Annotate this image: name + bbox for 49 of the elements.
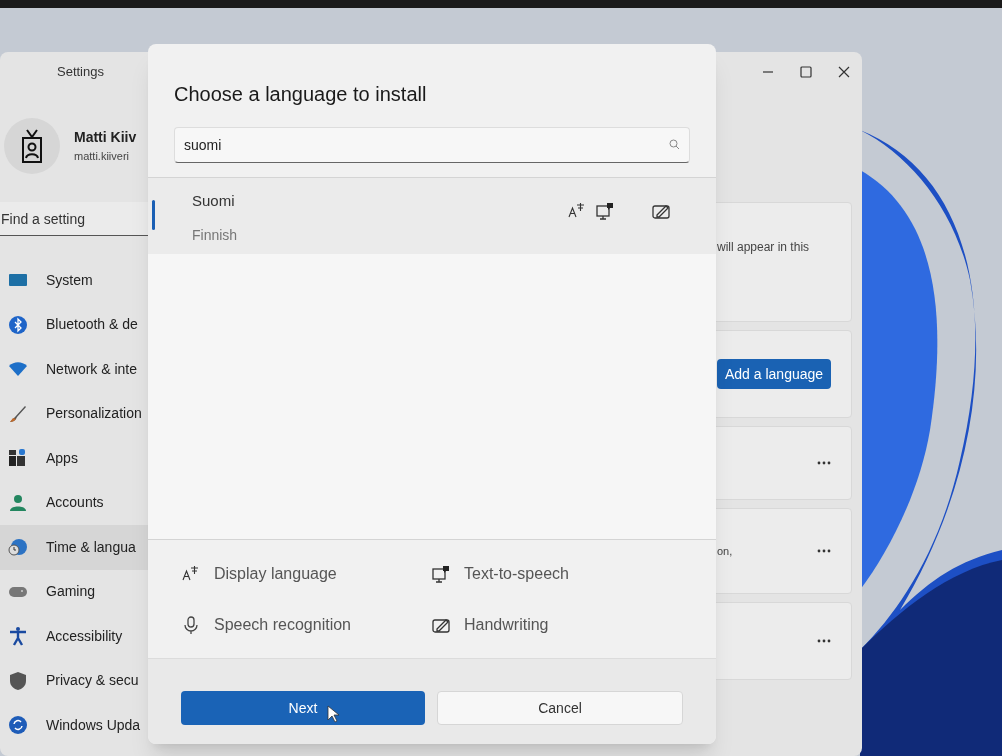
language-search-field[interactable]: suomi bbox=[174, 127, 690, 163]
legend-label: Handwriting bbox=[464, 614, 549, 635]
person-icon bbox=[8, 492, 28, 513]
monitor-speech-icon bbox=[432, 564, 450, 583]
add-language-button[interactable]: Add a language bbox=[717, 359, 832, 389]
sidebar-item[interactable]: Apps bbox=[0, 436, 148, 481]
language-english-name: Finnish bbox=[192, 225, 238, 245]
more-options-icon[interactable] bbox=[817, 461, 831, 465]
accessibility-icon bbox=[8, 626, 28, 647]
sidebar-item[interactable]: Time & langua bbox=[0, 525, 148, 570]
badge-person-icon bbox=[21, 129, 43, 163]
sidebar-item[interactable]: Accounts bbox=[0, 480, 148, 525]
search-icon bbox=[669, 139, 680, 150]
selection-indicator bbox=[152, 200, 155, 230]
brush-icon bbox=[8, 403, 28, 424]
sidebar-item[interactable]: Network & inte bbox=[0, 347, 148, 392]
close-icon[interactable] bbox=[838, 66, 850, 78]
account-name: Matti Kiiv bbox=[74, 128, 137, 148]
shield-icon bbox=[8, 670, 28, 691]
display-language-icon bbox=[182, 564, 200, 583]
update-icon bbox=[8, 715, 28, 736]
sidebar-item[interactable]: Privacy & secu bbox=[0, 658, 148, 703]
account-email: matti.kiiveri bbox=[74, 149, 130, 165]
language-list-item[interactable]: Suomi Finnish bbox=[148, 178, 716, 254]
legend-label: Speech recognition bbox=[214, 614, 351, 635]
more-options-icon[interactable] bbox=[817, 639, 831, 643]
card-text: on, bbox=[717, 543, 733, 559]
search-field[interactable]: Find a setting bbox=[0, 202, 148, 236]
legend-label: Display language bbox=[214, 563, 337, 584]
card-text: will appear in this bbox=[717, 239, 810, 256]
sidebar-item[interactable]: Accessibility bbox=[0, 614, 148, 659]
dialog-title: Choose a language to install bbox=[174, 82, 428, 107]
window-title: Settings bbox=[57, 63, 104, 82]
apps-icon bbox=[8, 448, 28, 469]
sidebar-item[interactable]: System bbox=[0, 258, 148, 303]
sidebar-item[interactable]: Windows Upda bbox=[0, 703, 148, 748]
sidebar-item[interactable]: Personalization bbox=[0, 391, 148, 436]
cancel-button[interactable]: Cancel bbox=[437, 691, 683, 725]
globe-clock-icon bbox=[8, 537, 28, 558]
mouse-pointer-icon bbox=[327, 705, 339, 723]
legend-label: Text-to-speech bbox=[464, 563, 569, 584]
bluetooth-icon bbox=[8, 314, 28, 335]
maximize-icon[interactable] bbox=[800, 66, 812, 78]
sidebar-item[interactable]: Bluetooth & de bbox=[0, 302, 148, 347]
more-options-icon[interactable] bbox=[817, 549, 831, 553]
language-name: Suomi bbox=[192, 191, 236, 211]
next-button[interactable]: Next bbox=[181, 691, 425, 725]
sidebar-item[interactable]: Gaming bbox=[0, 569, 148, 614]
microphone-icon bbox=[182, 615, 200, 634]
